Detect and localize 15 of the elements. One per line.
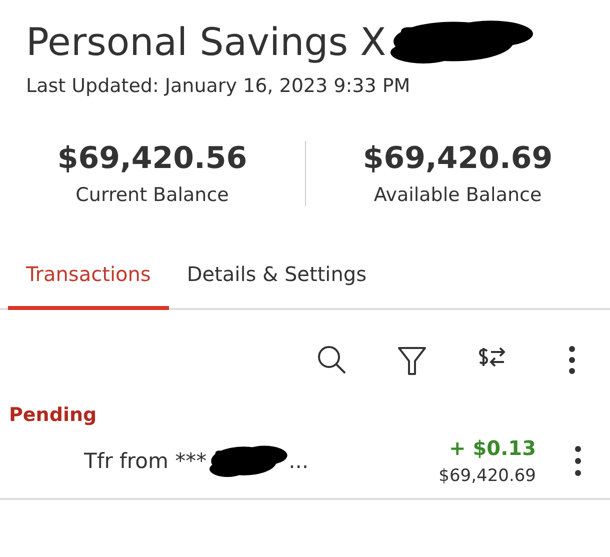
- tab[interactable]: Transactions: [8, 250, 169, 310]
- balance-amount: $69,420.69: [362, 141, 553, 176]
- balance-label: Available Balance: [374, 184, 542, 206]
- section-heading: Pending: [9, 404, 97, 426]
- transaction-amount: + $0.13: [449, 436, 536, 460]
- balance-amount: $69,420.56: [57, 141, 248, 176]
- transaction-description[interactable]: Tfr from ***: [84, 449, 207, 473]
- ellipsis: ...: [288, 449, 309, 473]
- search-icon[interactable]: [316, 344, 348, 376]
- last-updated: Last Updated: January 16, 2023 9:33 PM: [26, 75, 410, 97]
- account-title: Personal Savings X: [26, 20, 386, 64]
- balance-label: Current Balance: [76, 184, 229, 206]
- filter-icon[interactable]: [396, 344, 428, 376]
- tab[interactable]: Details & Settings: [168, 250, 385, 310]
- running-balance: $69,420.69: [438, 466, 536, 486]
